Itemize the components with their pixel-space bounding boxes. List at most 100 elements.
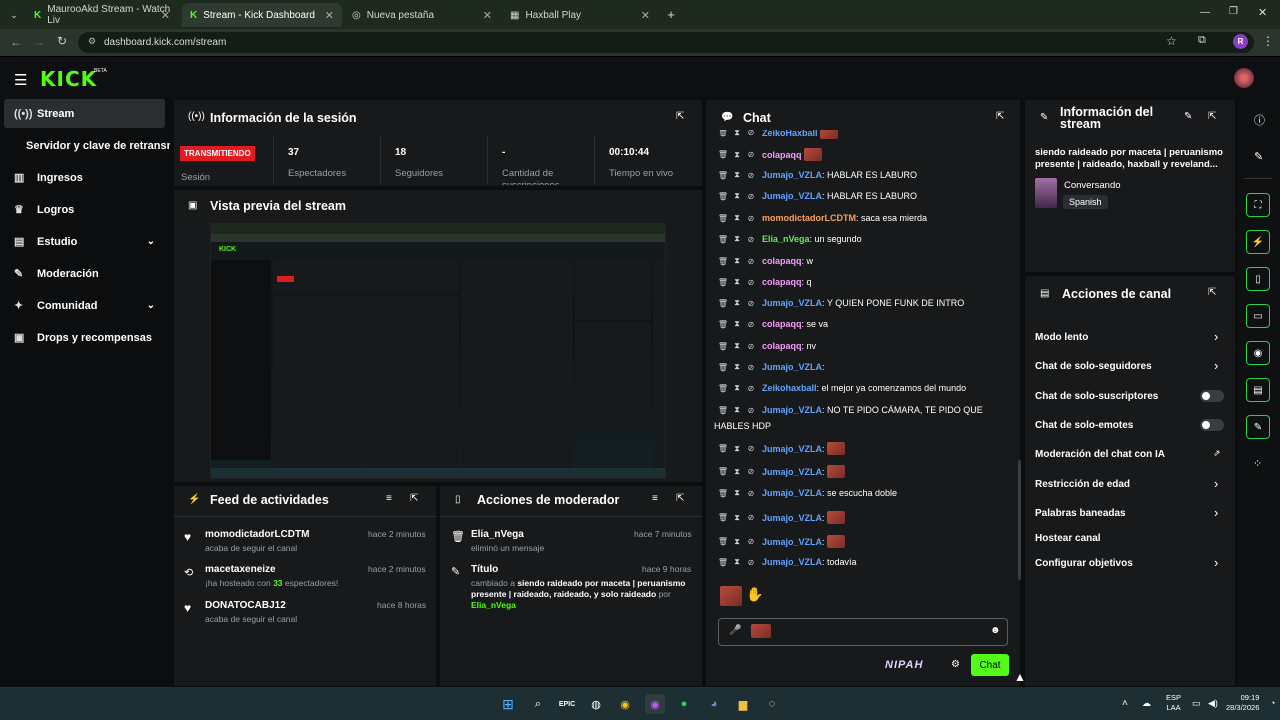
steam-icon[interactable]: ◍ <box>586 694 606 714</box>
trash-icon[interactable]: 🗑 <box>716 257 730 266</box>
trash-icon[interactable]: 🗑 <box>716 171 730 180</box>
trash-icon[interactable]: 🗑 <box>716 384 730 393</box>
nipah-badge[interactable]: NIPAH <box>885 659 923 671</box>
chat-username[interactable]: Jumajo_VZLA <box>762 444 822 454</box>
action-banned-words[interactable]: Palabras baneadas <box>1035 508 1126 519</box>
popout-icon[interactable]: ⇱ <box>676 111 684 122</box>
sidebar-item-comunidad[interactable]: ✦ Comunidad ⌄ <box>4 291 165 320</box>
chevron-right-icon[interactable]: › <box>1214 555 1218 570</box>
folder-icon[interactable]: ▆ <box>733 694 753 714</box>
tab-list-icon[interactable]: ⌄ <box>6 7 22 23</box>
cloud-icon[interactable]: ☁ <box>1142 698 1151 709</box>
trash-icon[interactable]: 🗑 <box>716 150 730 159</box>
chat-username[interactable]: Elia_nVega <box>762 234 810 244</box>
rail-button-list-icon[interactable]: ▤ <box>1246 378 1270 402</box>
bookmark-star-icon[interactable]: ☆ <box>1166 34 1177 48</box>
timeout-icon[interactable]: ⧗ <box>730 130 744 138</box>
ban-icon[interactable]: ⊘ <box>744 384 758 393</box>
tab-0[interactable]: K MaurooAkd Stream - Watch Liv ✕ <box>26 3 178 27</box>
trash-icon[interactable]: 🗑 <box>716 299 730 308</box>
trash-icon[interactable]: 🗑 <box>716 235 730 244</box>
timeout-icon[interactable]: ⧗ <box>730 150 744 160</box>
chat-username[interactable]: colapaqq <box>762 150 802 160</box>
pencil-icon[interactable]: ✎ <box>1254 150 1263 163</box>
close-icon[interactable]: ✕ <box>641 9 650 22</box>
notification-icon[interactable]: ◔ <box>1270 698 1275 708</box>
close-icon[interactable]: ✕ <box>161 9 170 22</box>
epic-games-icon[interactable]: EPIC <box>557 694 577 714</box>
sidebar-item-moderacion[interactable]: ✎ Moderación <box>4 259 165 288</box>
category-name[interactable]: Conversando <box>1064 180 1121 191</box>
hamburger-menu-icon[interactable]: ☰ <box>14 71 27 89</box>
kick-logo[interactable]: KICK <box>40 67 97 91</box>
chat-username[interactable]: Jumajo_VZLA <box>762 513 822 523</box>
activity-user[interactable]: macetaxeneize <box>205 564 276 575</box>
chat-username[interactable]: Jumajo_VZLA <box>762 298 822 308</box>
trash-icon[interactable]: 🗑 <box>716 537 730 546</box>
timeout-icon[interactable]: ⧗ <box>730 557 744 567</box>
chevron-right-icon[interactable]: › <box>1214 476 1218 491</box>
tab-1[interactable]: K Stream - Kick Dashboard ✕ <box>182 3 342 27</box>
popout-icon[interactable]: ⇱ <box>1208 287 1216 298</box>
timeout-icon[interactable]: ⧗ <box>730 298 744 308</box>
ban-icon[interactable]: ⊘ <box>744 489 758 498</box>
chrome-profile-icon[interactable]: ◉ <box>645 694 665 714</box>
user-avatar[interactable] <box>1234 68 1254 88</box>
popout-icon[interactable]: ⇱ <box>410 493 418 504</box>
action-host-channel[interactable]: Hostear canal <box>1035 533 1101 544</box>
rail-button-bolt-icon[interactable]: ⚡ <box>1246 230 1270 254</box>
timeout-icon[interactable]: ⧗ <box>730 234 744 244</box>
spotify-icon[interactable]: ● <box>674 694 694 714</box>
obs-icon[interactable]: ◌ <box>762 694 782 714</box>
activity-user[interactable]: DONATOCABJ12 <box>205 600 286 611</box>
ban-icon[interactable]: ⊘ <box>744 342 758 351</box>
language-indicator[interactable]: ESP LAA <box>1166 693 1181 713</box>
ban-icon[interactable]: ⊘ <box>744 150 758 159</box>
trash-icon[interactable]: 🗑 <box>716 406 730 415</box>
new-tab-icon[interactable]: + <box>664 7 678 22</box>
action-goals[interactable]: Configurar objetivos <box>1035 558 1133 569</box>
speaker-icon[interactable]: ◀) <box>1208 698 1218 709</box>
timeout-icon[interactable]: ⧗ <box>730 256 744 266</box>
mic-icon[interactable]: 🎤 <box>729 625 741 636</box>
chat-username[interactable]: Jumajo_VZLA <box>762 362 822 372</box>
chat-scrollbar[interactable] <box>1018 460 1021 580</box>
trash-icon[interactable]: 🗑 <box>716 467 730 476</box>
chat-username[interactable]: Jumajo_VZLA <box>762 557 822 567</box>
rail-button-chat-icon[interactable]: ▭ <box>1246 304 1270 328</box>
chat-username[interactable]: colapaqq <box>762 319 802 329</box>
activity-user[interactable]: momodictadorLCDTM <box>205 529 309 540</box>
chat-username[interactable]: Jumajo_VZLA <box>762 170 822 180</box>
close-icon[interactable]: ✕ <box>483 9 492 22</box>
action-slow-mode[interactable]: Modo lento <box>1035 332 1088 343</box>
ban-icon[interactable]: ⊘ <box>744 214 758 223</box>
timeout-icon[interactable]: ⧗ <box>730 213 744 223</box>
trash-icon[interactable]: 🗑 <box>716 513 730 522</box>
ban-icon[interactable]: ⊘ <box>744 257 758 266</box>
chat-username[interactable]: Zeikohaxball <box>762 383 817 393</box>
minimize-icon[interactable]: — <box>1200 7 1210 18</box>
chrome-icon[interactable]: ◉ <box>615 694 635 714</box>
chat-username[interactable]: Jumajo_VZLA <box>762 488 822 498</box>
ban-icon[interactable]: ⊘ <box>744 278 758 287</box>
rail-button-phone-icon[interactable]: ▯ <box>1246 267 1270 291</box>
chat-username[interactable]: Jumajo_VZLA <box>762 537 822 547</box>
timeout-icon[interactable]: ⧗ <box>730 488 744 498</box>
back-icon[interactable]: ← <box>10 35 22 49</box>
ban-icon[interactable]: ⊘ <box>744 130 758 137</box>
mod-action-user[interactable]: Título <box>471 564 498 575</box>
external-link-icon[interactable]: ⇗ <box>1213 448 1221 459</box>
windows-start-icon[interactable]: ⊞ <box>498 694 518 714</box>
chat-username[interactable]: colapaqq <box>762 341 802 351</box>
maximize-icon[interactable]: ❐ <box>1229 6 1238 17</box>
info-icon[interactable]: ⓘ <box>1254 112 1265 128</box>
filter-icon[interactable]: ≡ <box>386 493 392 504</box>
chevron-up-icon[interactable]: ˄ <box>1122 698 1128 709</box>
rail-button-expand-icon[interactable]: ⛶ <box>1246 193 1270 217</box>
stream-preview-video[interactable]: KICK <box>210 223 666 479</box>
rail-button-stream-icon[interactable]: ◉ <box>1246 341 1270 365</box>
ban-icon[interactable]: ⊘ <box>744 192 758 201</box>
timeout-icon[interactable]: ⧗ <box>730 191 744 201</box>
reload-icon[interactable]: ↻ <box>57 34 67 48</box>
popout-icon[interactable]: ⇱ <box>1208 111 1216 122</box>
